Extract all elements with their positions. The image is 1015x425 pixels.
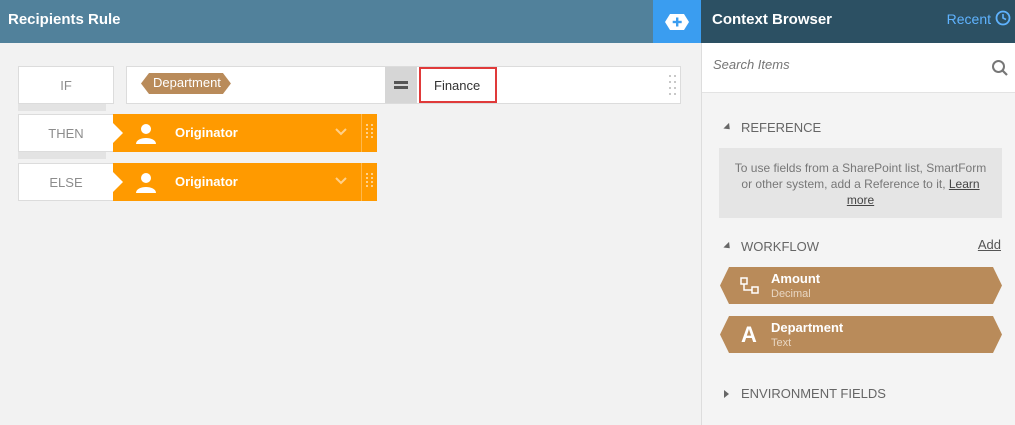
reference-section-toggle[interactable]: REFERENCE	[723, 120, 822, 135]
field-name: Department	[771, 320, 844, 335]
workflow-field-department[interactable]: A Department Text	[720, 316, 1002, 353]
person-icon	[136, 124, 156, 144]
else-value: Originator	[175, 174, 238, 189]
plus-badge-icon	[665, 13, 689, 30]
person-icon	[136, 173, 156, 193]
equals-operator-button[interactable]	[385, 67, 417, 103]
separator	[361, 163, 362, 201]
context-browser-title: Context Browser	[712, 11, 833, 28]
collapse-icon	[723, 122, 733, 133]
if-label: IF	[18, 66, 114, 104]
chevron-down-icon[interactable]	[333, 173, 349, 189]
drag-handle-icon[interactable]	[366, 173, 374, 187]
search-icon[interactable]	[991, 59, 1009, 77]
if-condition-row[interactable]: Department Finance	[126, 66, 681, 104]
environment-fields-toggle[interactable]: ENVIRONMENT FIELDS	[724, 386, 886, 401]
rule-editor: IF Department Finance THEN Originator EL…	[0, 43, 701, 425]
field-type: Decimal	[771, 288, 811, 300]
reference-heading: REFERENCE	[741, 120, 822, 135]
separator	[361, 114, 362, 152]
search-bar	[702, 43, 1015, 93]
if-label-shade	[18, 104, 106, 111]
else-originator-dropdown[interactable]: Originator	[113, 163, 377, 201]
context-browser-panel: REFERENCE To use fields from a SharePoin…	[701, 43, 1015, 425]
then-label: THEN	[18, 114, 114, 152]
drag-handle-icon[interactable]	[669, 75, 677, 97]
add-rule-button[interactable]	[653, 0, 701, 43]
then-value: Originator	[175, 125, 238, 140]
condition-value-input[interactable]: Finance	[419, 67, 497, 103]
clock-icon[interactable]	[995, 10, 1011, 26]
reference-info-box: To use fields from a SharePoint list, Sm…	[719, 148, 1002, 218]
context-browser-header: Context Browser Recent	[701, 0, 1015, 43]
rule-title: Recipients Rule	[8, 11, 121, 28]
field-type: Text	[771, 337, 792, 349]
field-name: Amount	[771, 271, 821, 286]
equals-icon	[394, 80, 408, 91]
text-icon: A	[741, 322, 757, 347]
then-arrow	[113, 123, 123, 143]
workflow-field-amount[interactable]: Amount Decimal	[720, 267, 1002, 304]
else-arrow	[113, 172, 123, 192]
rule-header: Recipients Rule	[0, 0, 653, 43]
decimal-icon	[738, 275, 762, 297]
else-label: ELSE	[18, 163, 114, 201]
drag-handle-icon[interactable]	[366, 124, 374, 138]
add-workflow-field-link[interactable]: Add	[978, 237, 1001, 252]
environment-heading: ENVIRONMENT FIELDS	[741, 386, 886, 401]
department-token[interactable]: Department	[141, 73, 231, 94]
workflow-heading: WORKFLOW	[741, 239, 819, 254]
then-label-shade	[18, 152, 106, 159]
workflow-section-toggle[interactable]: WORKFLOW	[723, 239, 819, 254]
recent-link[interactable]: Recent	[947, 11, 991, 27]
then-originator-dropdown[interactable]: Originator	[113, 114, 377, 152]
search-input[interactable]	[713, 57, 973, 72]
chevron-down-icon[interactable]	[333, 124, 349, 140]
collapse-icon	[723, 241, 733, 252]
expand-icon	[724, 389, 729, 398]
